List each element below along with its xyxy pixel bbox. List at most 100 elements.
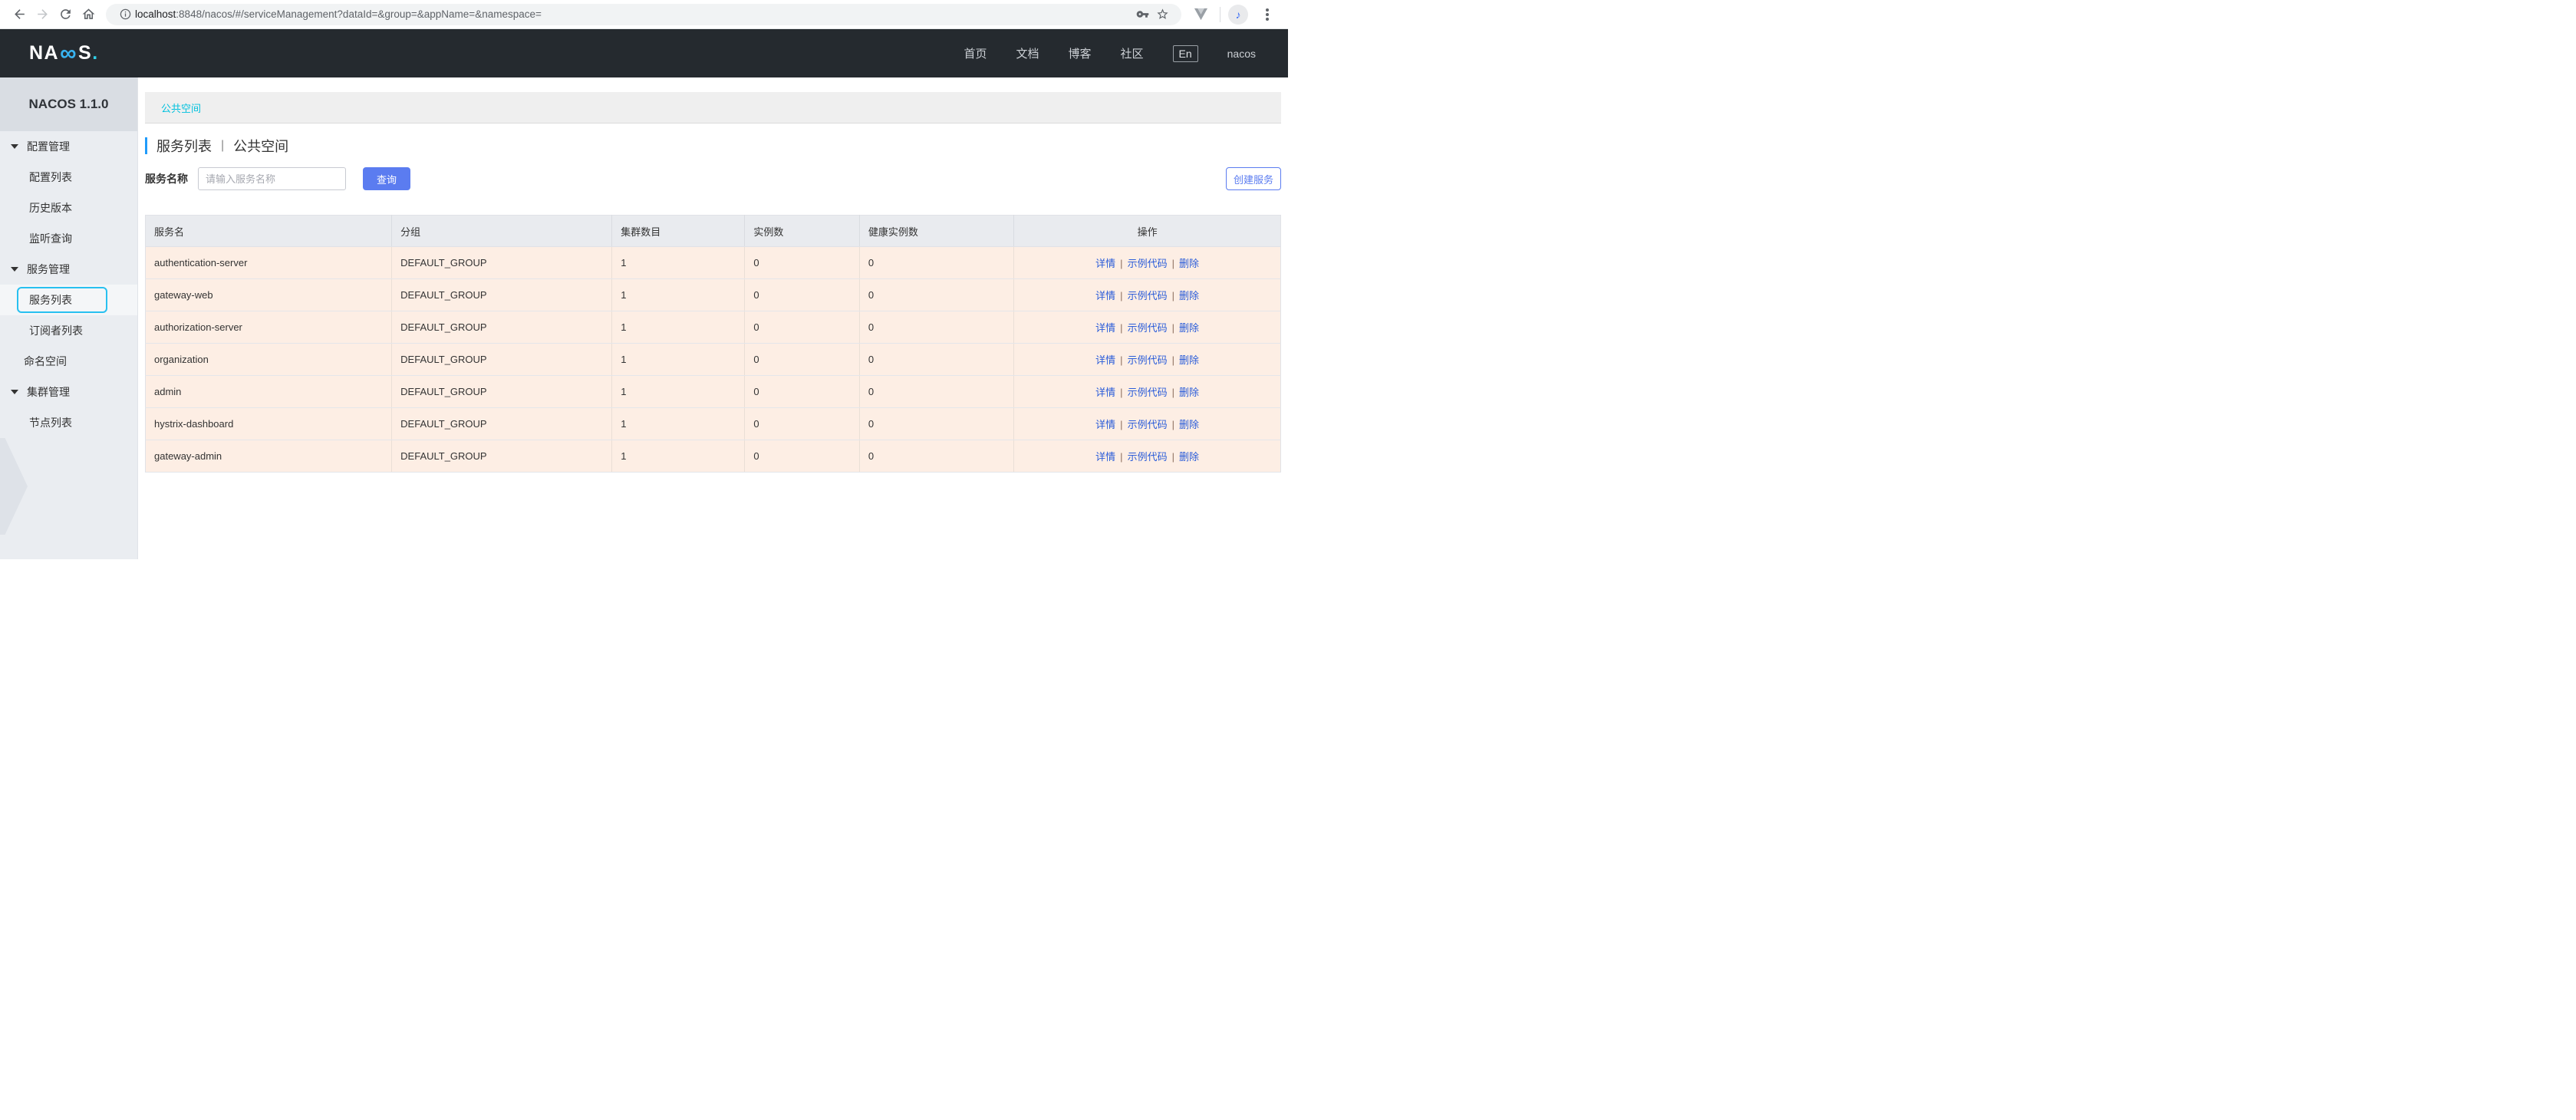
service-name-cell: admin xyxy=(146,376,392,408)
delete-link[interactable]: 删除 xyxy=(1179,354,1199,366)
delete-link[interactable]: 删除 xyxy=(1179,419,1199,430)
sidebar-group-cluster-management[interactable]: 集群管理 xyxy=(0,377,137,407)
actions-cell: 详情|示例代码|删除 xyxy=(1014,440,1281,473)
sidebar-item-service-list[interactable]: 服务列表 xyxy=(0,285,137,315)
title-separator: | xyxy=(221,139,224,153)
sample-code-link[interactable]: 示例代码 xyxy=(1128,354,1168,366)
sidebar-item-node-list[interactable]: 节点列表 xyxy=(0,407,137,438)
key-icon xyxy=(1136,8,1149,21)
search-row: 服务名称 查询 创建服务 xyxy=(145,167,1281,190)
service-name-cell: gateway-admin xyxy=(146,440,392,473)
query-button[interactable]: 查询 xyxy=(363,167,410,190)
sidebar-item-label: 配置列表 xyxy=(29,170,72,185)
back-button[interactable] xyxy=(8,3,31,26)
action-separator: | xyxy=(1172,322,1174,334)
group-cell: DEFAULT_GROUP xyxy=(392,376,612,408)
delete-link[interactable]: 删除 xyxy=(1179,290,1199,301)
create-service-button[interactable]: 创建服务 xyxy=(1226,167,1281,190)
sidebar-group-label: 服务管理 xyxy=(27,262,70,277)
delete-link[interactable]: 删除 xyxy=(1179,387,1199,398)
language-toggle[interactable]: En xyxy=(1173,45,1198,62)
reload-button[interactable] xyxy=(54,3,77,26)
logo-text: NA xyxy=(29,42,59,64)
action-separator: | xyxy=(1172,419,1174,430)
info-icon xyxy=(119,8,132,21)
page-subtitle: 公共空间 xyxy=(233,136,288,156)
instance-count-cell: 0 xyxy=(745,408,859,440)
detail-link[interactable]: 详情 xyxy=(1095,290,1115,301)
actions-cell: 详情 | 示例代码 | 删除 xyxy=(1014,247,1281,279)
action-separator: | xyxy=(1120,387,1122,398)
healthy-count-cell: 0 xyxy=(859,279,1013,311)
sample-code-link[interactable]: 示例代码 xyxy=(1128,258,1168,269)
service-name-input[interactable] xyxy=(198,167,346,190)
cluster-count-cell: 1 xyxy=(612,440,745,473)
toolbar-extensions-area: ♪ xyxy=(1189,3,1279,26)
sample-code-link[interactable]: 示例代码 xyxy=(1128,322,1168,334)
instance-count-cell: 0 xyxy=(745,376,859,408)
sidebar-menu: 配置管理 配置列表 历史版本 监听查询 服务管理 服务列表 订阅者列表 xyxy=(0,131,137,438)
detail-link[interactable]: 详情 xyxy=(1095,258,1115,269)
nav-home[interactable]: 首页 xyxy=(964,45,987,61)
sidebar-group-service-management[interactable]: 服务管理 xyxy=(0,254,137,285)
back-icon xyxy=(12,7,27,21)
nav-docs[interactable]: 文档 xyxy=(1016,45,1039,61)
table-row: gateway-adminDEFAULT_GROUP100详情|示例代码|删除 xyxy=(146,440,1281,473)
url-text[interactable]: localhost:8848/nacos/#/serviceManagement… xyxy=(135,8,1132,20)
page-title: 服务列表 xyxy=(156,136,212,156)
sidebar-item-label: 监听查询 xyxy=(29,231,72,246)
breadcrumb[interactable]: 公共空间 xyxy=(161,100,201,115)
detail-link[interactable]: 详情 xyxy=(1095,322,1115,334)
music-extension-button[interactable]: ♪ xyxy=(1228,5,1248,25)
nav-blog[interactable]: 博客 xyxy=(1068,45,1091,61)
forward-button[interactable] xyxy=(31,3,54,26)
sidebar-item-config-list[interactable]: 配置列表 xyxy=(0,162,137,193)
action-separator: | xyxy=(1120,290,1122,301)
healthy-count-cell: 0 xyxy=(859,311,1013,344)
caret-down-icon xyxy=(11,390,18,394)
cluster-count-cell: 1 xyxy=(612,376,745,408)
vue-devtools-button[interactable] xyxy=(1189,3,1212,26)
sidebar-item-namespace[interactable]: 命名空间 xyxy=(0,346,137,377)
delete-link[interactable]: 删除 xyxy=(1179,258,1199,269)
delete-link[interactable]: 删除 xyxy=(1179,322,1199,334)
nav-community[interactable]: 社区 xyxy=(1121,45,1144,61)
page-title-row: 服务列表 | 公共空间 xyxy=(145,136,1281,155)
sample-code-link[interactable]: 示例代码 xyxy=(1128,451,1168,463)
action-separator: | xyxy=(1120,258,1122,269)
site-info-button[interactable] xyxy=(115,5,135,25)
detail-link[interactable]: 详情 xyxy=(1095,387,1115,398)
sample-code-link[interactable]: 示例代码 xyxy=(1128,419,1168,430)
action-separator: | xyxy=(1120,354,1122,366)
home-button[interactable] xyxy=(77,3,100,26)
breadcrumb-bar: 公共空间 xyxy=(145,92,1281,124)
sample-code-link[interactable]: 示例代码 xyxy=(1128,290,1168,301)
bookmark-button[interactable] xyxy=(1152,5,1172,25)
sidebar-item-listener-query[interactable]: 监听查询 xyxy=(0,223,137,254)
group-cell: DEFAULT_GROUP xyxy=(392,311,612,344)
browser-menu-button[interactable] xyxy=(1256,3,1279,26)
sidebar-group-config-management[interactable]: 配置管理 xyxy=(0,131,137,162)
action-separator: | xyxy=(1172,258,1174,269)
nacos-logo[interactable]: NA∞S. xyxy=(29,42,99,64)
passwords-button[interactable] xyxy=(1132,5,1152,25)
sidebar-item-history-versions[interactable]: 历史版本 xyxy=(0,193,137,223)
address-bar[interactable]: localhost:8848/nacos/#/serviceManagement… xyxy=(106,4,1181,25)
current-user[interactable]: nacos xyxy=(1227,48,1256,60)
healthy-count-cell: 0 xyxy=(859,440,1013,473)
group-cell: DEFAULT_GROUP xyxy=(392,440,612,473)
delete-link[interactable]: 删除 xyxy=(1179,451,1199,463)
reload-icon xyxy=(58,7,73,21)
actions-cell: 详情|示例代码|删除 xyxy=(1014,376,1281,408)
sidebar-group-label: 集群管理 xyxy=(27,384,70,400)
detail-link[interactable]: 详情 xyxy=(1095,419,1115,430)
group-cell: DEFAULT_GROUP xyxy=(392,247,612,279)
detail-link[interactable]: 详情 xyxy=(1095,451,1115,463)
detail-link[interactable]: 详情 xyxy=(1095,354,1115,366)
cluster-count-cell: 1 xyxy=(612,408,745,440)
service-name-cell: authorization-server xyxy=(146,311,392,344)
healthy-count-cell: 0 xyxy=(859,344,1013,376)
sidebar-item-subscriber-list[interactable]: 订阅者列表 xyxy=(0,315,137,346)
sample-code-link[interactable]: 示例代码 xyxy=(1128,387,1168,398)
header-operations: 操作 xyxy=(1014,216,1281,247)
